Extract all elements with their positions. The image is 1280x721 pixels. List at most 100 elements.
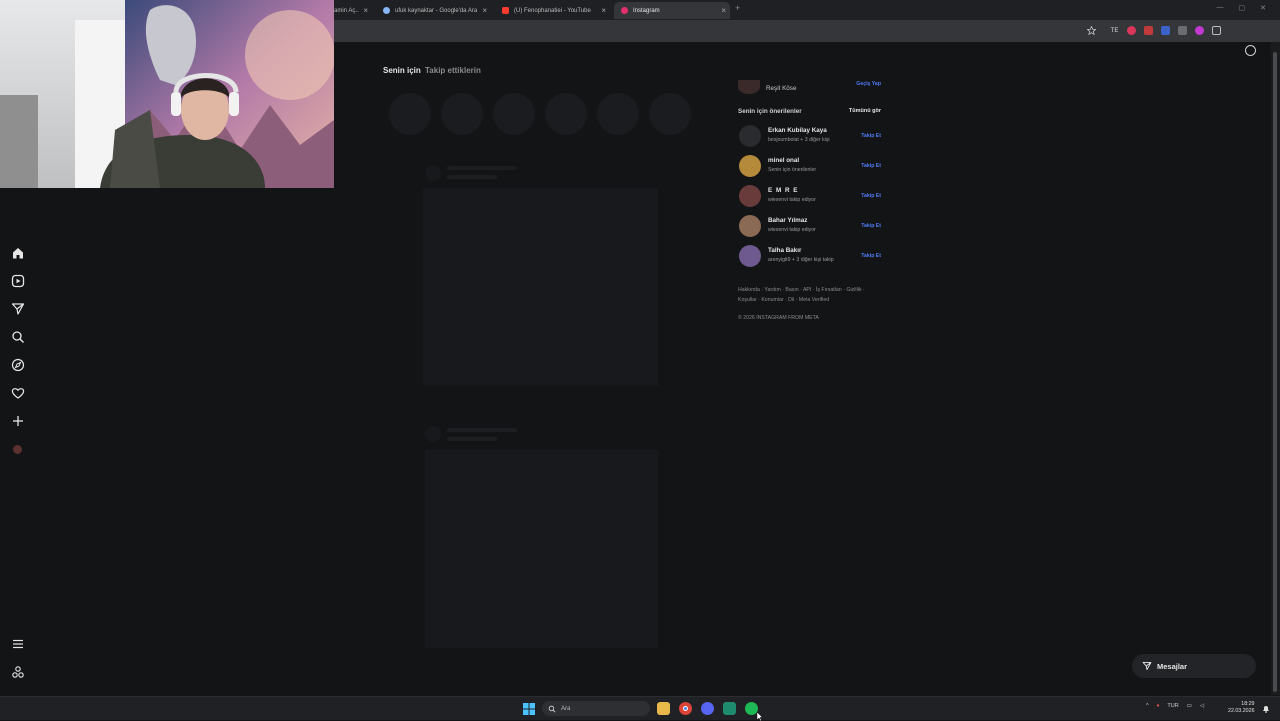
file-explorer-icon[interactable]	[657, 702, 670, 715]
heart-notifications-icon[interactable]	[11, 386, 25, 400]
follow-button[interactable]: Takip Et	[861, 223, 881, 229]
scrollbar-thumb[interactable]	[1273, 52, 1277, 692]
suggestion-name[interactable]: Bahar Yılmaz	[768, 217, 807, 224]
direct-send-icon[interactable]	[11, 302, 25, 316]
taskbar-clock[interactable]: 18:29 22.03.2026	[1228, 701, 1255, 715]
app-icon[interactable]	[723, 702, 736, 715]
extension-icon[interactable]	[1195, 26, 1204, 35]
network-icon[interactable]: ▭	[1187, 703, 1192, 709]
suggestion-avatar[interactable]	[739, 215, 761, 237]
tray-expand-icon[interactable]: ^	[1146, 703, 1149, 709]
notification-bell-icon[interactable]	[1262, 704, 1270, 713]
suggestion-row: minel onal Senin için önerilenler Takip …	[738, 155, 883, 177]
tab-title: ufuk kaynaktar - Google'da Ara	[395, 7, 478, 14]
browser-tab[interactable]: ufuk kaynaktar - Google'da Ara ×	[376, 2, 491, 19]
follow-button[interactable]: Takip Et	[861, 163, 881, 169]
follow-button[interactable]: Takip Et	[861, 193, 881, 199]
see-all-link[interactable]: Tümünü gör	[849, 108, 881, 114]
close-icon[interactable]: ×	[721, 6, 726, 15]
extension-icon[interactable]	[1178, 26, 1187, 35]
suggestions-title: Senin için önerilenler	[738, 108, 802, 115]
extension-icon[interactable]	[1161, 26, 1170, 35]
reels-icon[interactable]	[11, 274, 25, 288]
story-placeholder	[493, 93, 535, 135]
extension-icons: TE	[1110, 26, 1221, 35]
windows-start-icon[interactable]	[523, 703, 535, 715]
create-plus-icon[interactable]	[11, 414, 25, 428]
suggestion-subtitle: besjoumbolat + 3 diğer kişi	[768, 137, 830, 143]
page-scrollbar[interactable]	[1271, 42, 1280, 695]
suggestion-subtitle: wiesenvi takip ediyor	[768, 227, 816, 233]
tab-title: (U) Fenophanatiei - YouTube	[514, 7, 591, 14]
browser-tab[interactable]: (U) Fenophanatiei - YouTube ×	[495, 2, 610, 19]
switch-account-link[interactable]: Geçiş Yap	[856, 81, 881, 87]
suggestion-avatar[interactable]	[739, 245, 761, 267]
tab-for-you[interactable]: Senin için	[383, 66, 421, 75]
post-line-placeholder	[447, 428, 517, 432]
follow-button[interactable]: Takip Et	[861, 133, 881, 139]
window-controls: — ▢ ✕	[1217, 4, 1267, 12]
footer-links-2[interactable]: Koşullar · Konumlar · Dil · Meta Verifie…	[738, 297, 829, 303]
messages-button[interactable]: Mesajlar	[1132, 654, 1256, 678]
explore-compass-icon[interactable]	[11, 358, 25, 372]
instagram-icon	[621, 7, 628, 14]
current-user-name[interactable]: Reşit Köse	[766, 85, 796, 92]
discord-icon[interactable]	[701, 702, 714, 715]
suggestion-row: Bahar Yılmaz wiesenvi takip ediyor Takip…	[738, 215, 883, 237]
extensions-puzzle-icon[interactable]	[1212, 26, 1221, 35]
new-tab-button[interactable]: +	[735, 3, 740, 13]
suggestion-row: E M R E wiesenvi takip ediyor Takip Et	[738, 185, 883, 207]
profile-avatar[interactable]	[13, 445, 22, 454]
post-avatar-placeholder	[425, 165, 441, 181]
suggestion-row: Erkan Kubilay Kaya besjoumbolat + 3 diğe…	[738, 125, 883, 147]
minimize-icon[interactable]: —	[1217, 4, 1224, 12]
extension-icon[interactable]	[1144, 26, 1153, 35]
suggestion-avatar[interactable]	[739, 125, 761, 147]
footer-links[interactable]: Hakkında · Yardım · Basın · API · İş Fır…	[738, 287, 865, 293]
suggestion-subtitle: Senin için önerilenler	[768, 167, 817, 173]
tab-following[interactable]: Takip ettiklerin	[425, 66, 481, 75]
microphone-icon[interactable]: ♦	[1157, 703, 1160, 709]
close-icon[interactable]: ×	[601, 6, 606, 15]
maximize-icon[interactable]: ▢	[1239, 4, 1246, 12]
close-icon[interactable]: ×	[363, 6, 368, 15]
system-tray: ^ ♦ TUR ▭ ◁	[1146, 703, 1204, 709]
close-icon[interactable]: ×	[482, 6, 487, 15]
meta-apps-icon[interactable]	[11, 665, 25, 679]
post-line-placeholder	[447, 175, 497, 179]
extension-icon[interactable]: TE	[1110, 26, 1119, 35]
close-window-icon[interactable]: ✕	[1260, 4, 1266, 12]
chrome-icon[interactable]	[679, 702, 692, 715]
suggestion-name[interactable]: Erkan Kubilay Kaya	[768, 127, 827, 134]
browser-tab-active[interactable]: Instagram ×	[614, 2, 730, 19]
clock-time: 18:29	[1241, 701, 1255, 707]
menu-hamburger-icon[interactable]	[11, 637, 25, 651]
suggestion-name[interactable]: E M R E	[768, 187, 798, 194]
windows-taskbar: Ara ^ ♦ TUR ▭ ◁ 18:29 22.03.2026	[0, 696, 1280, 721]
suggestion-name[interactable]: minel onal	[768, 157, 799, 164]
suggestion-avatar[interactable]	[739, 155, 761, 177]
search-icon[interactable]	[11, 330, 25, 344]
follow-button[interactable]: Takip Et	[861, 253, 881, 259]
taskbar-search[interactable]: Ara	[542, 701, 650, 716]
extension-icon[interactable]	[1127, 26, 1136, 35]
story-placeholder	[545, 93, 587, 135]
suggestion-name[interactable]: Talha Bakır	[768, 247, 801, 254]
suggestion-subtitle: wiesenvi takip ediyor	[768, 197, 816, 203]
copyright-text: © 2026 INSTAGRAM FROM META	[738, 315, 819, 321]
current-user-avatar[interactable]	[738, 80, 760, 94]
language-indicator[interactable]: TUR	[1167, 703, 1178, 709]
messages-label: Mesajlar	[1157, 661, 1188, 671]
webcam-overlay	[0, 0, 334, 188]
suggestion-avatar[interactable]	[739, 185, 761, 207]
profile-avatar-icon[interactable]	[1245, 45, 1256, 56]
webcam-image	[0, 0, 334, 188]
volume-icon[interactable]: ◁	[1200, 703, 1204, 709]
home-icon[interactable]	[11, 246, 25, 260]
tab-title: Instagram	[633, 7, 660, 14]
story-placeholder	[649, 93, 691, 135]
post-line-placeholder	[447, 166, 517, 170]
post-media-placeholder	[425, 450, 658, 648]
bookmark-star-icon[interactable]	[1087, 26, 1096, 35]
clock-date: 22.03.2026	[1228, 708, 1255, 714]
